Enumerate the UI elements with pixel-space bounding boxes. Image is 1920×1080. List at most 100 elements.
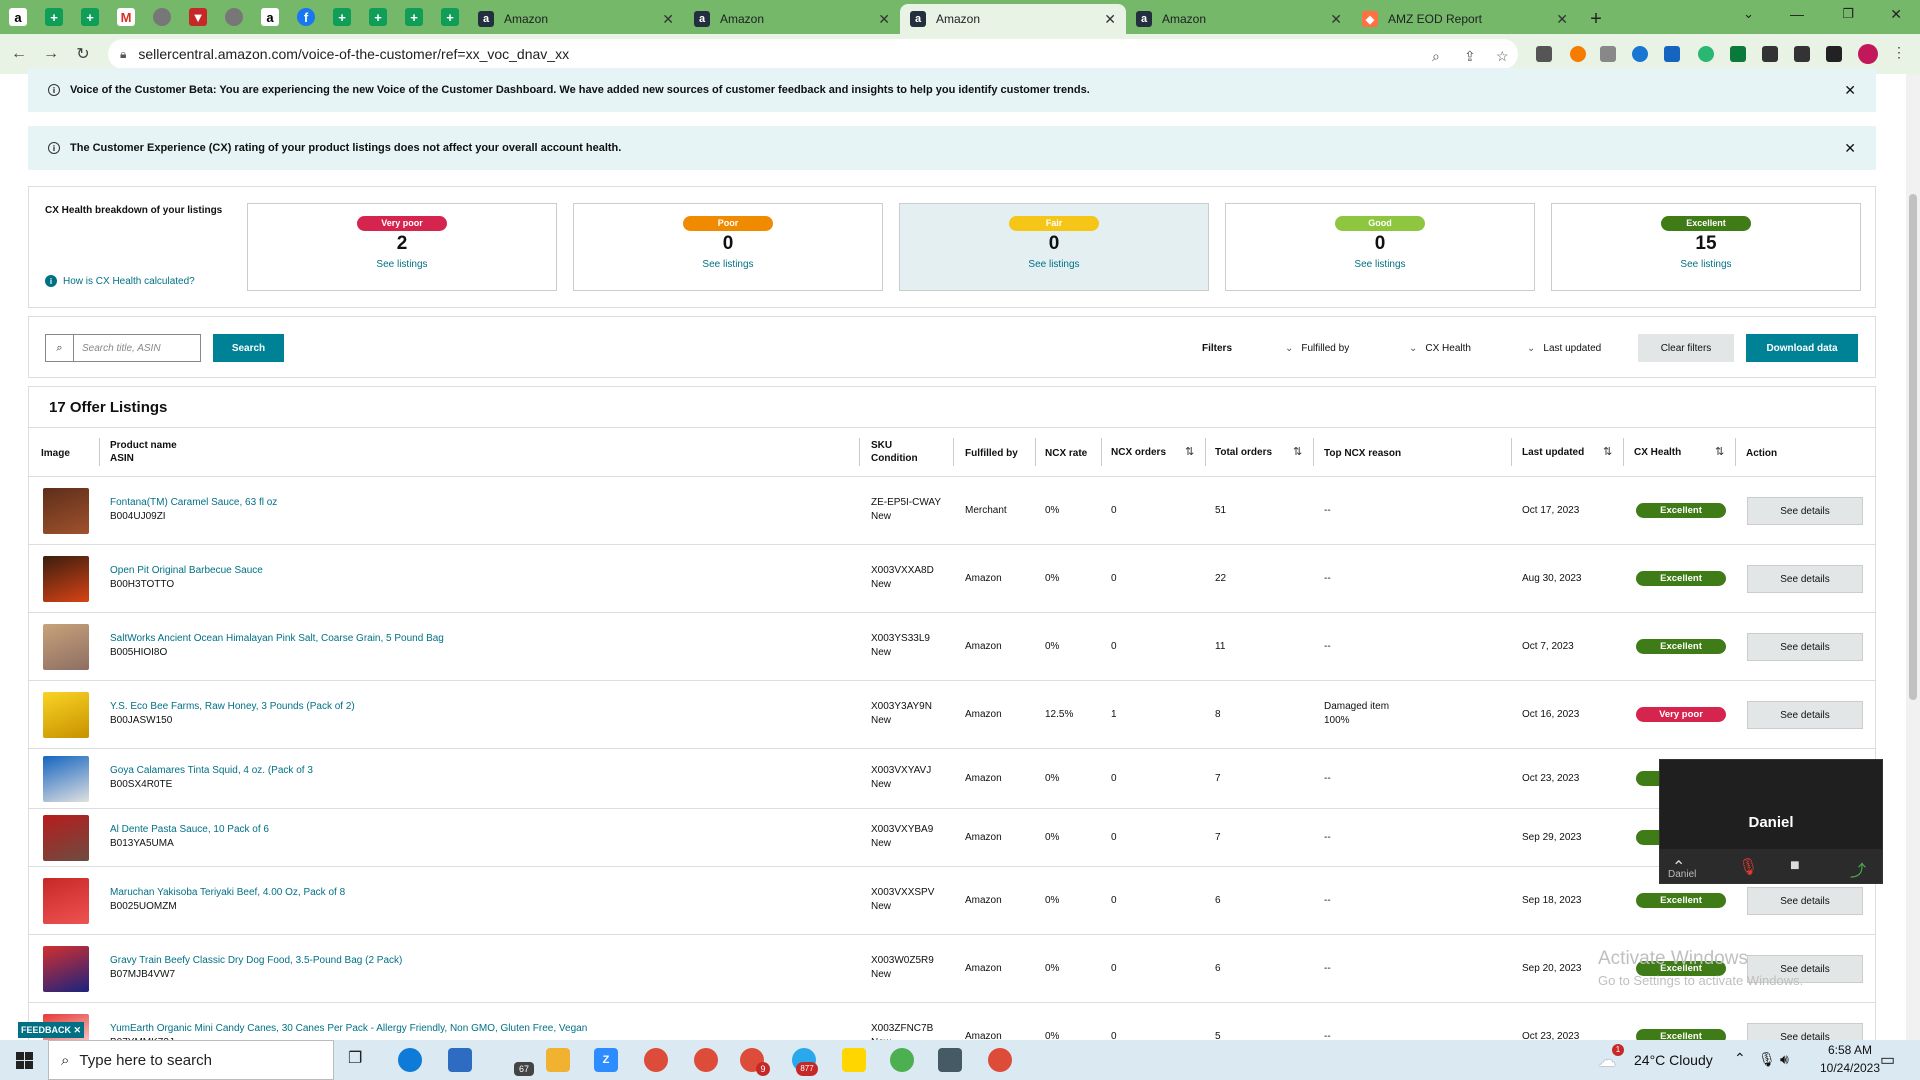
search-input[interactable]: ⌕ Search title, ASIN — [45, 334, 201, 362]
close-icon[interactable]: ✕ — [1556, 11, 1568, 28]
product-thumbnail[interactable] — [43, 624, 89, 670]
how-calculated-link[interactable]: i How is CX Health calculated? — [45, 275, 195, 287]
extension-icon[interactable] — [1632, 46, 1648, 62]
video-call-overlay[interactable]: Daniel ⌃ Daniel 🎙︎ ■ ⤴ — [1659, 759, 1883, 884]
new-tab-plus-icon[interactable]: + — [1578, 4, 1614, 34]
tab-search-chevron-icon[interactable]: ⌄ — [1743, 6, 1754, 22]
card-fair[interactable]: Fair 0 See listings — [899, 203, 1209, 291]
col-ncx-orders[interactable]: NCX orders — [1111, 446, 1166, 459]
product-thumbnail[interactable] — [43, 878, 89, 924]
download-icon[interactable] — [1794, 46, 1810, 62]
see-listings-link[interactable]: See listings — [900, 259, 1208, 270]
chrome-icon[interactable] — [890, 1048, 914, 1072]
close-icon[interactable]: ✕ — [878, 11, 890, 28]
tab-amazon-active[interactable]: a Amazon ✕ — [900, 4, 1126, 34]
notification-icon[interactable]: ▭ — [1880, 1050, 1895, 1070]
tab-amazon-2[interactable]: a Amazon ✕ — [684, 4, 900, 34]
extension-icon[interactable] — [1730, 46, 1746, 62]
puzzle-icon[interactable] — [1762, 46, 1778, 62]
see-listings-link[interactable]: See listings — [1226, 259, 1534, 270]
windows-start-icon[interactable] — [0, 1040, 48, 1080]
pinned-tab-amazon-2[interactable]: a — [252, 0, 288, 34]
col-total-orders[interactable]: Total orders — [1215, 446, 1272, 459]
minimize-icon[interactable]: — — [1790, 6, 1804, 22]
product-name-link[interactable]: Goya Calamares Tinta Squid, 4 oz. (Pack … — [110, 764, 313, 777]
clear-filters-button[interactable]: Clear filters — [1638, 334, 1734, 362]
zoom-app-icon[interactable]: Z — [594, 1048, 618, 1072]
microphone-icon[interactable]: 🎙︎ — [1758, 1051, 1776, 1068]
kebab-menu-icon[interactable]: ⋮ — [1892, 44, 1906, 61]
sticky-notes-icon[interactable] — [842, 1048, 866, 1072]
speaker-icon[interactable]: 🔊︎ — [1780, 1051, 1789, 1068]
page-scrollbar[interactable] — [1906, 74, 1920, 1040]
product-thumbnail[interactable] — [43, 815, 89, 861]
pinned-tab-sheets-2[interactable]: + — [72, 0, 108, 34]
extension-icon[interactable] — [1570, 46, 1586, 62]
reload-icon[interactable]: ↻ — [70, 41, 96, 67]
col-last-updated[interactable]: Last updated — [1522, 446, 1584, 459]
see-listings-link[interactable]: See listings — [248, 259, 556, 270]
chrome-icon[interactable] — [694, 1048, 718, 1072]
calculator-icon[interactable] — [938, 1048, 962, 1072]
product-name-link[interactable]: YumEarth Organic Mini Candy Canes, 30 Ca… — [110, 1022, 587, 1035]
see-details-button[interactable]: See details — [1747, 701, 1863, 729]
pinned-tab-globe-2[interactable] — [216, 0, 252, 34]
product-name-link[interactable]: SaltWorks Ancient Ocean Himalayan Pink S… — [110, 632, 444, 645]
weather-text[interactable]: 24°C Cloudy — [1634, 1052, 1713, 1068]
zoom-icon[interactable]: ⌕ — [1432, 48, 1440, 65]
taskbar-search-input[interactable]: ⌕ Type here to search — [48, 1040, 334, 1080]
side-panel-icon[interactable] — [1826, 46, 1842, 62]
profile-avatar[interactable] — [1858, 44, 1878, 64]
pinned-tab-sheets-6[interactable]: + — [432, 0, 468, 34]
file-explorer-icon[interactable] — [546, 1048, 570, 1072]
close-icon[interactable]: ✕ — [1844, 82, 1856, 99]
pinned-tab-keepa[interactable]: ▼ — [180, 0, 216, 34]
close-icon[interactable]: ✕ — [1330, 11, 1342, 28]
product-thumbnail[interactable] — [43, 488, 89, 534]
task-view-icon[interactable]: ❐ — [348, 1048, 372, 1072]
product-name-link[interactable]: Gravy Train Beefy Classic Dry Dog Food, … — [110, 954, 402, 967]
product-thumbnail[interactable] — [43, 692, 89, 738]
product-thumbnail[interactable] — [43, 756, 89, 802]
see-listings-link[interactable]: See listings — [1552, 259, 1860, 270]
clock-time[interactable]: 6:58 AM — [1810, 1043, 1890, 1057]
see-listings-link[interactable]: See listings — [574, 259, 882, 270]
product-thumbnail[interactable] — [43, 946, 89, 992]
pinned-tab-gmail[interactable]: M — [108, 0, 144, 34]
close-icon[interactable]: ✕ — [1104, 11, 1116, 28]
pinned-tab-sheets-5[interactable]: + — [396, 0, 432, 34]
product-thumbnail[interactable] — [43, 556, 89, 602]
pinned-tab-sheets-4[interactable]: + — [360, 0, 396, 34]
chevron-up-icon[interactable]: ⌃ — [1734, 1050, 1746, 1067]
product-name-link[interactable]: Y.S. Eco Bee Farms, Raw Honey, 3 Pounds … — [110, 700, 355, 713]
back-arrow-icon[interactable]: ← — [6, 41, 32, 67]
tab-amazon-1[interactable]: a Amazon ✕ — [468, 4, 684, 34]
sort-icon[interactable]: ⇅ — [1715, 445, 1724, 458]
close-window-icon[interactable]: ✕ — [1890, 6, 1902, 23]
see-details-button[interactable]: See details — [1747, 633, 1863, 661]
tab-amz-eod-report[interactable]: ◆ AMZ EOD Report ✕ — [1352, 4, 1578, 34]
card-good[interactable]: Good 0 See listings — [1225, 203, 1535, 291]
extension-icon[interactable] — [1536, 46, 1552, 62]
pinned-tab-amazon[interactable]: a — [0, 0, 36, 34]
product-name-link[interactable]: Maruchan Yakisoba Teriyaki Beef, 4.00 Oz… — [110, 886, 345, 899]
see-details-button[interactable]: See details — [1747, 887, 1863, 915]
mic-muted-icon[interactable]: 🎙︎ — [1738, 857, 1758, 877]
extension-icon[interactable] — [1698, 46, 1714, 62]
last-updated-dropdown[interactable]: ⌄ Last updated — [1527, 343, 1601, 354]
close-icon[interactable]: ✕ — [1844, 140, 1856, 157]
sort-icon[interactable]: ⇅ — [1603, 445, 1612, 458]
close-icon[interactable]: ✕ — [662, 11, 674, 28]
scrollbar-thumb[interactable] — [1909, 194, 1917, 700]
pinned-tab-facebook[interactable]: f — [288, 0, 324, 34]
card-very-poor[interactable]: Very poor 2 See listings — [247, 203, 557, 291]
address-bar[interactable]: 🔒︎ sellercentral.amazon.com/voice-of-the… — [108, 39, 1518, 69]
extension-icon[interactable] — [1600, 46, 1616, 62]
pinned-tab-globe-1[interactable] — [144, 0, 180, 34]
bookmark-star-icon[interactable]: ☆ — [1496, 48, 1509, 65]
card-poor[interactable]: Poor 0 See listings — [573, 203, 883, 291]
edge-icon[interactable] — [398, 1048, 422, 1072]
store-icon[interactable] — [448, 1048, 472, 1072]
download-data-button[interactable]: Download data — [1746, 334, 1858, 362]
feedback-tab[interactable]: FEEDBACK ✕ — [18, 1022, 84, 1038]
